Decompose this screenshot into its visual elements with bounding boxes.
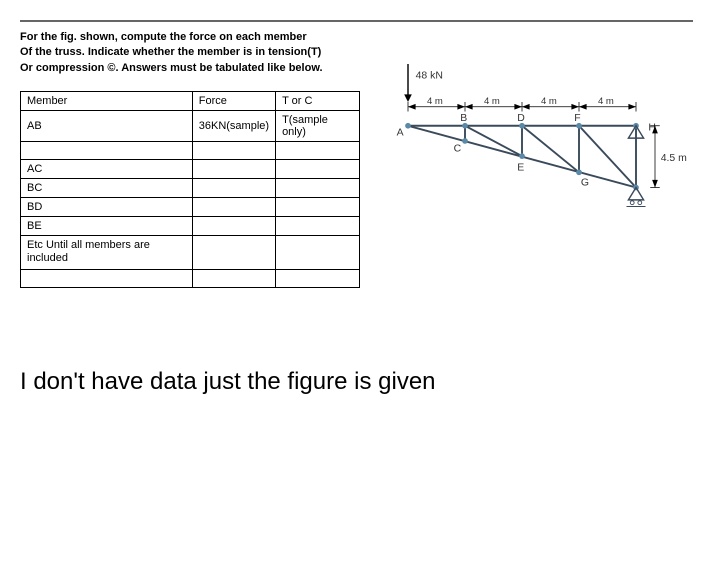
cell-force — [192, 160, 275, 179]
cell-member: BE — [21, 217, 193, 236]
cell-member: AC — [21, 160, 193, 179]
question-line1: For the fig. shown, compute the force on… — [20, 30, 360, 45]
question-line3: Or compression ©. Answers must be tabula… — [20, 61, 360, 76]
table-row: AB 36KN(sample) T(sample only) — [21, 111, 360, 142]
cell-tc — [276, 198, 360, 217]
cell-member: BC — [21, 179, 193, 198]
cell-force — [192, 236, 275, 269]
cell-tc: T(sample only) — [276, 111, 360, 142]
cell-force — [192, 269, 275, 287]
bottom-note: I don't have data just the figure is giv… — [20, 368, 693, 396]
cell-force — [192, 142, 275, 160]
question-line2: Of the truss. Indicate whether the membe… — [20, 45, 360, 60]
cell-tc — [276, 160, 360, 179]
cell-tc — [276, 217, 360, 236]
svg-text:4 m: 4 m — [541, 96, 557, 107]
cell-member: BD — [21, 198, 193, 217]
table-header-row: Member Force T or C — [21, 92, 360, 111]
cell-member — [21, 269, 193, 287]
svg-text:C: C — [454, 143, 462, 154]
table-row: BD — [21, 198, 360, 217]
answer-table: Member Force T or C AB 36KN(sample) T(sa… — [20, 91, 360, 287]
svg-text:4 m: 4 m — [598, 96, 614, 107]
cell-tc — [276, 269, 360, 287]
header-force: Force — [192, 92, 275, 111]
table-row: Etc Until all members are included — [21, 236, 360, 269]
svg-text:A: A — [397, 127, 404, 138]
table-row: BC — [21, 179, 360, 198]
cell-member — [21, 142, 193, 160]
cell-tc — [276, 236, 360, 269]
table-row — [21, 142, 360, 160]
svg-text:B: B — [460, 113, 467, 124]
cell-force — [192, 217, 275, 236]
question-text: For the fig. shown, compute the force on… — [20, 30, 360, 76]
svg-text:F: F — [574, 113, 580, 124]
svg-text:4 m: 4 m — [484, 96, 500, 107]
table-row — [21, 269, 360, 287]
svg-text:D: D — [517, 113, 525, 124]
cell-tc — [276, 179, 360, 198]
load-label: 48 kN — [416, 70, 443, 81]
header-member: Member — [21, 92, 193, 111]
cell-member: Etc Until all members are included — [21, 236, 193, 269]
cell-force — [192, 198, 275, 217]
cell-force — [192, 179, 275, 198]
cell-force: 36KN(sample) — [192, 111, 275, 142]
table-row: AC — [21, 160, 360, 179]
svg-text:G: G — [581, 178, 589, 189]
svg-text:4.5 m: 4.5 m — [661, 153, 687, 164]
truss-diagram: 48 kN 4 m 4 m 4 m 4 m — [370, 50, 693, 230]
header-tc: T or C — [276, 92, 360, 111]
svg-text:E: E — [517, 162, 524, 173]
table-row: BE — [21, 217, 360, 236]
cell-tc — [276, 142, 360, 160]
svg-text:4 m: 4 m — [427, 96, 443, 107]
cell-member: AB — [21, 111, 193, 142]
